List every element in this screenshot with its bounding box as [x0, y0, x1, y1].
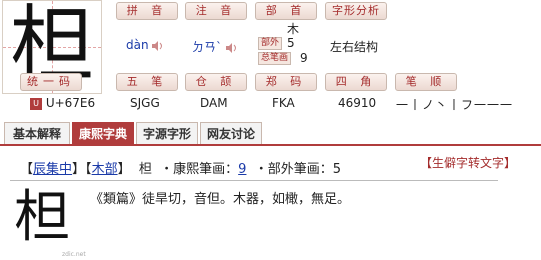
radical-outside-strokes: 5: [287, 36, 295, 50]
kangxi-strokes-link[interactable]: 9: [238, 162, 246, 177]
kangxi-char: 柦: [138, 162, 152, 177]
cangjie-label: 仓 颉: [185, 73, 247, 91]
divider: [10, 180, 498, 181]
unicode-text: U+67E6: [45, 96, 96, 110]
cangjie-value: DAM: [200, 96, 228, 110]
stroke-order-value: 一丨ノ丶丨フ一一一: [396, 98, 514, 112]
tab-bar: 基本解释 康熙字典 字源字形 网友讨论: [0, 122, 541, 146]
kangxi-strokes-label: ・康熙筆画：: [160, 162, 239, 177]
section-link[interactable]: 辰集中: [33, 162, 72, 177]
bracket-close: 】: [117, 162, 131, 177]
rare-char-link[interactable]: 【生僻字转文字】: [420, 154, 516, 171]
speaker-icon[interactable]: [225, 42, 238, 53]
radical-outside-label: 部外: [258, 37, 283, 50]
bracket-close: 】: [72, 162, 86, 177]
zhuyin-value[interactable]: ㄉㄢˋ: [192, 38, 238, 55]
radical-link[interactable]: 木部: [92, 162, 118, 177]
speaker-icon[interactable]: [152, 40, 164, 51]
zhengma-label: 郑 码: [255, 73, 317, 91]
pinyin-label: 拼 音: [116, 2, 178, 20]
unicode-value: U U+67E6: [30, 96, 95, 110]
tab-basic[interactable]: 基本解释: [4, 122, 70, 144]
tab-kangxi[interactable]: 康熙字典: [72, 122, 134, 144]
stroke-order-label: 笔 顺: [395, 73, 457, 91]
zhengma-value: FKA: [272, 96, 295, 110]
pinyin-value[interactable]: dàn: [126, 38, 164, 52]
zhuyin-text: ㄉㄢˋ: [192, 40, 223, 54]
kangxi-glyph: 柦: [14, 185, 70, 250]
kangxi-definition: 《類篇》徒旱切，音但。木器，如橄，無足。: [90, 192, 351, 207]
sijiao-label: 四 角: [325, 73, 387, 91]
sijiao-value: 46910: [338, 96, 377, 110]
glyph-analysis-label: 字形分析: [325, 2, 387, 20]
total-strokes-label: 总笔画: [258, 52, 292, 65]
bracket-open: 【: [20, 162, 34, 177]
wubi-label: 五 笔: [116, 73, 178, 91]
radical-value: 木: [287, 22, 300, 36]
tab-discussion[interactable]: 网友讨论: [200, 122, 262, 144]
radical-label: 部 首: [255, 2, 317, 20]
kangxi-header: 【辰集中】【木部】 柦 ・康熙筆画：9 ・部外筆画：5: [20, 158, 341, 177]
total-strokes-value: 9: [300, 51, 308, 65]
pinyin-text: dàn: [126, 38, 149, 52]
tab-etymology[interactable]: 字源字形: [136, 122, 198, 144]
watermark: zdic.net: [62, 251, 86, 258]
outside-strokes-value: 5: [332, 162, 341, 177]
zhuyin-label: 注 音: [185, 2, 247, 20]
unicode-label: 统一码: [20, 73, 82, 91]
unicode-icon: U: [30, 97, 42, 110]
outside-strokes-label: ・部外筆画：: [254, 162, 333, 177]
wubi-value: SJGG: [130, 96, 160, 110]
structure-value: 左右结构: [330, 40, 379, 54]
